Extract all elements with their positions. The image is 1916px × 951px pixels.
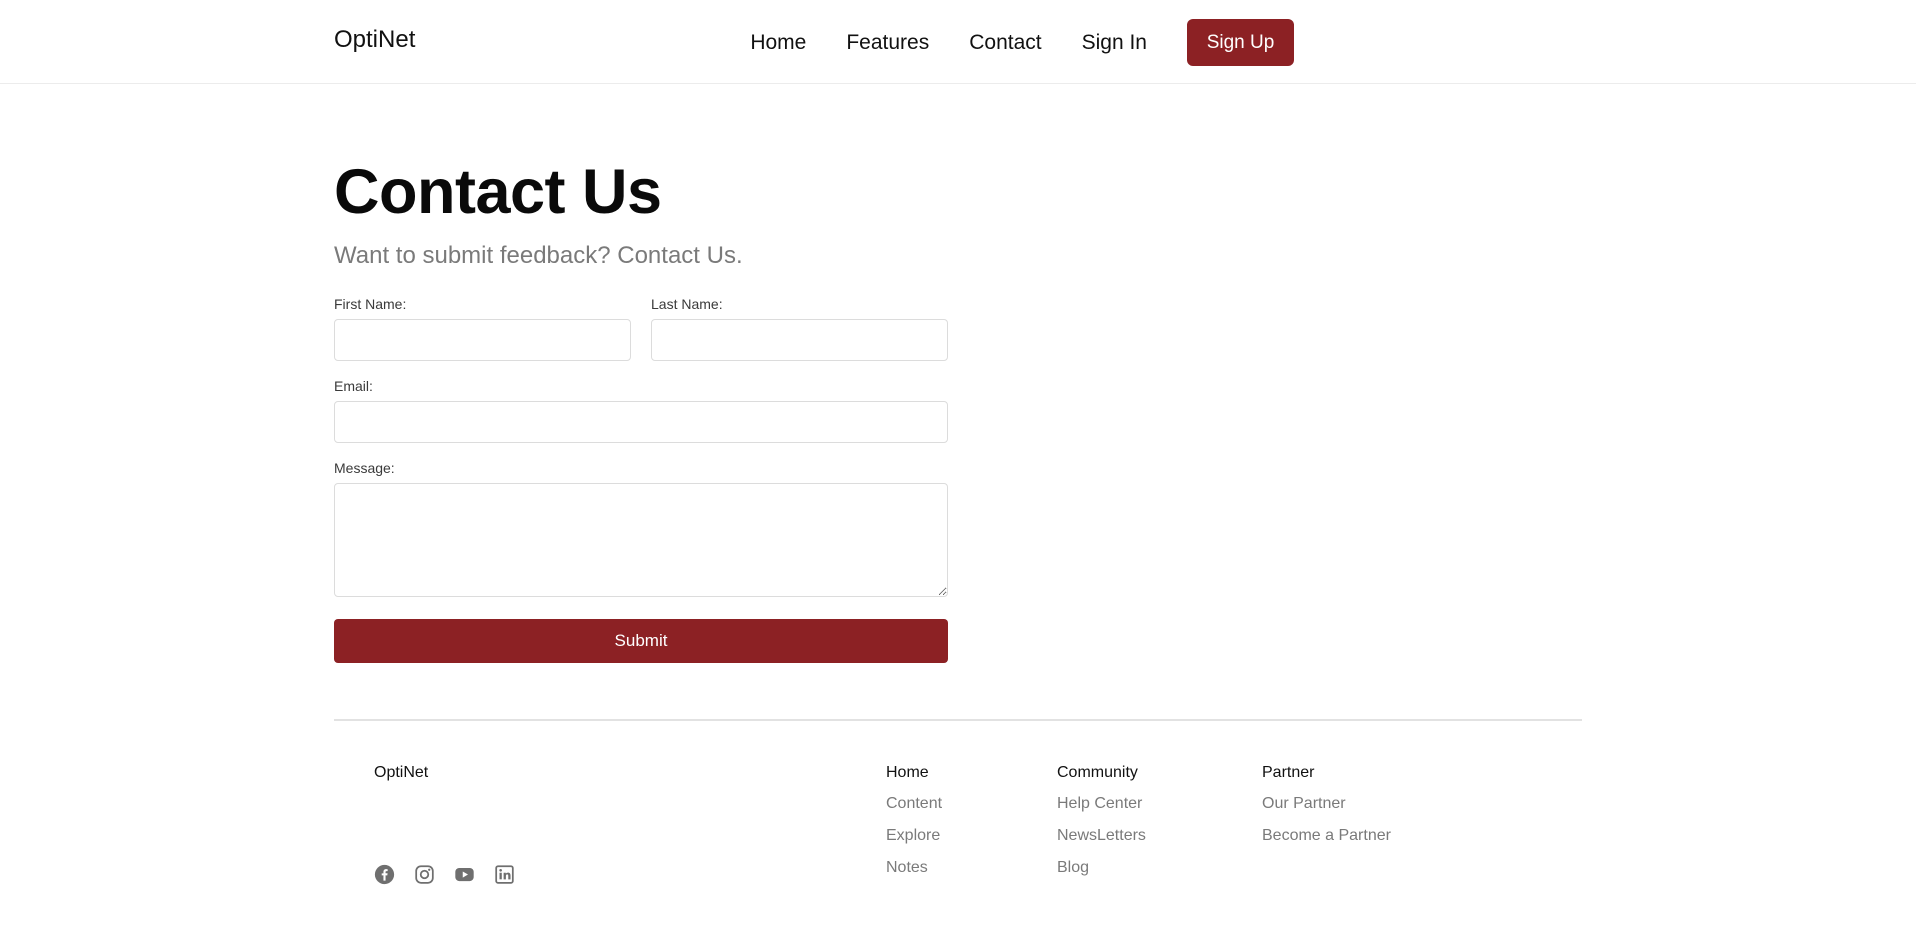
footer-heading-home: Home [886, 764, 929, 781]
footer-heading-community: Community [1057, 764, 1138, 781]
nav-home-link[interactable]: Home [750, 31, 806, 55]
last-name-field[interactable] [651, 319, 948, 361]
footer-brand: OptiNet [374, 764, 429, 781]
message-textarea[interactable] [334, 483, 948, 597]
footer-column-home: Home Content Explore Notes [886, 764, 942, 891]
main-nav: Home Features Contact Sign In Sign Up [750, 19, 1294, 66]
email-label: Email: [334, 378, 373, 394]
youtube-icon[interactable] [454, 864, 475, 885]
footer-link-help-center[interactable]: Help Center [1057, 795, 1146, 813]
email-field[interactable] [334, 401, 948, 443]
footer-link-our-partner[interactable]: Our Partner [1262, 795, 1391, 813]
sign-up-button[interactable]: Sign Up [1187, 19, 1294, 66]
footer-link-notes[interactable]: Notes [886, 859, 942, 877]
facebook-icon[interactable] [374, 864, 395, 885]
footer-column-community: Community Help Center NewsLetters Blog [1057, 764, 1146, 891]
footer-link-blog[interactable]: Blog [1057, 859, 1146, 877]
footer-column-partner: Partner Our Partner Become a Partner [1262, 764, 1391, 859]
nav-sign-in-link[interactable]: Sign In [1082, 31, 1147, 55]
submit-button[interactable]: Submit [334, 619, 948, 663]
instagram-icon[interactable] [414, 864, 435, 885]
footer-link-explore[interactable]: Explore [886, 827, 942, 845]
nav-features-link[interactable]: Features [846, 31, 929, 55]
nav-contact-link[interactable]: Contact [969, 31, 1041, 55]
footer-link-newsletters[interactable]: NewsLetters [1057, 827, 1146, 845]
message-label: Message: [334, 460, 395, 476]
brand-logo[interactable]: OptiNet [334, 26, 415, 54]
page-title: Contact Us [334, 157, 662, 227]
page-subtitle: Want to submit feedback? Contact Us. [334, 242, 743, 269]
footer-link-content[interactable]: Content [886, 795, 942, 813]
first-name-label: First Name: [334, 296, 407, 312]
first-name-field[interactable] [334, 319, 631, 361]
social-links [374, 864, 515, 885]
footer-divider [334, 719, 1582, 721]
footer-link-become-a-partner[interactable]: Become a Partner [1262, 827, 1391, 845]
top-navigation-bar: OptiNet Home Features Contact Sign In Si… [0, 0, 1916, 84]
footer-heading-partner: Partner [1262, 764, 1315, 781]
linkedin-icon[interactable] [494, 864, 515, 885]
last-name-label: Last Name: [651, 296, 723, 312]
